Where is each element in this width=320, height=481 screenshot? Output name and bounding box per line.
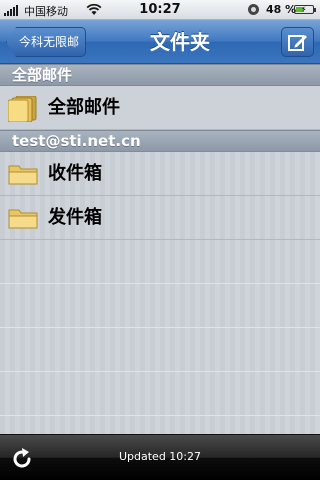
battery-percent: 48 %: [266, 3, 297, 16]
folder-label: 发件箱: [48, 207, 102, 228]
folder-icon: [8, 165, 38, 185]
folder-list: 全部邮件 全部邮件 test@sti.net.cn 收件箱 发件箱: [0, 64, 320, 434]
bottom-toolbar: Updated 10:27: [0, 434, 320, 480]
empty-row: [0, 240, 320, 284]
compose-icon: [288, 35, 307, 51]
folder-label: 全部邮件: [48, 97, 120, 118]
empty-row: [0, 372, 320, 416]
section-header-account: test@sti.net.cn: [0, 130, 320, 152]
battery-icon: ⚡: [294, 5, 316, 14]
folder-label: 收件箱: [48, 163, 102, 184]
folder-row-all-mail[interactable]: 全部邮件: [0, 86, 320, 130]
empty-row: [0, 284, 320, 328]
charging-icon: ⚡: [301, 5, 307, 14]
folder-row-sent[interactable]: 发件箱: [0, 196, 320, 240]
refresh-icon[interactable]: [10, 447, 34, 471]
folder-row-inbox[interactable]: 收件箱: [0, 152, 320, 196]
updated-status: Updated 10:27: [118, 450, 202, 463]
folder-stack-icon: [8, 96, 37, 122]
status-bar: 中国移动 10:27 48 % ⚡: [0, 0, 320, 20]
page-title: 文件夹: [150, 30, 210, 54]
compose-button[interactable]: [281, 27, 314, 57]
navigation-bar: 今科无限邮 文件夹: [0, 20, 320, 64]
empty-row: [0, 328, 320, 372]
section-header-all-mail: 全部邮件: [0, 64, 320, 86]
folder-icon: [8, 209, 38, 229]
orientation-lock-icon: [248, 4, 259, 15]
back-button[interactable]: 今科无限邮: [6, 27, 86, 57]
